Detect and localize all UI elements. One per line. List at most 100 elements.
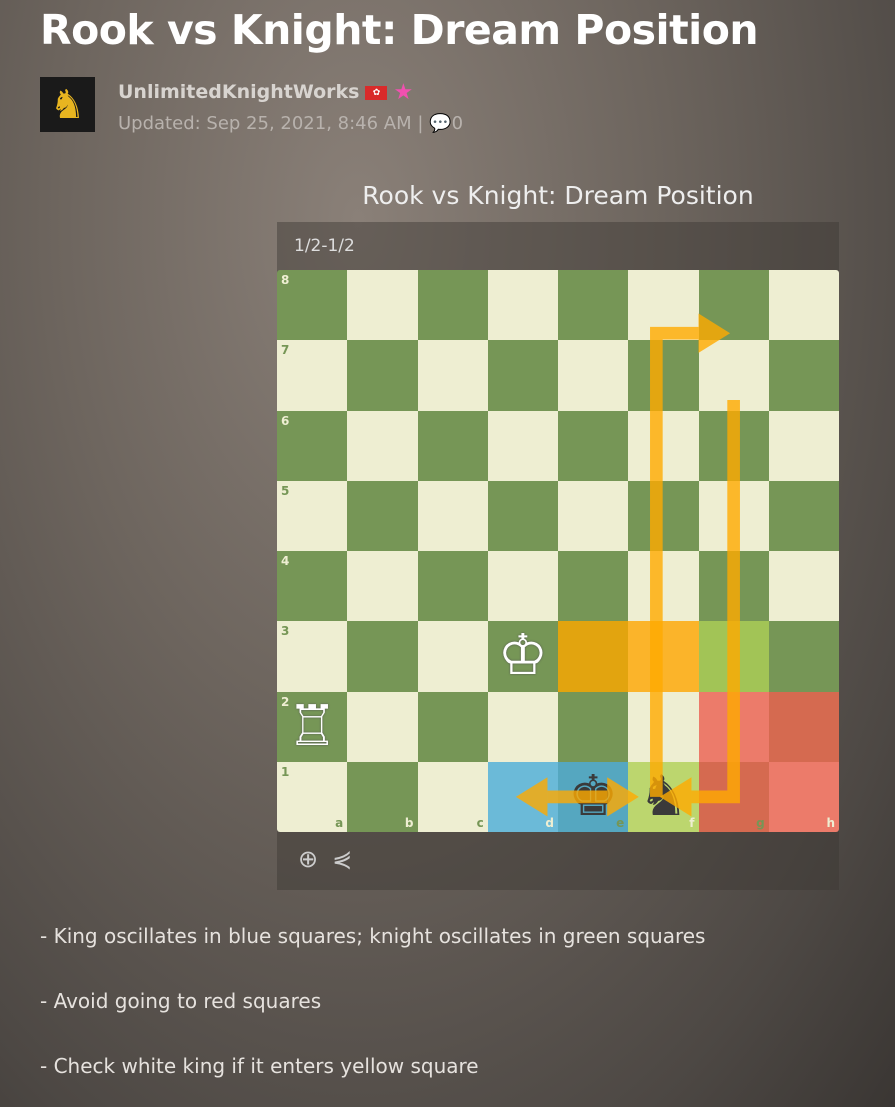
square-g3[interactable] [698, 621, 769, 692]
square-c1[interactable]: c [417, 761, 488, 832]
file-label: b [404, 816, 414, 830]
square-a1[interactable]: 1a [277, 761, 348, 832]
piece-e1[interactable]: ♚ [558, 762, 628, 832]
square-e6[interactable] [558, 410, 629, 481]
square-b6[interactable] [347, 410, 418, 481]
rank-label: 3 [281, 624, 290, 639]
square-e7[interactable] [558, 340, 629, 411]
square-c7[interactable] [417, 340, 488, 411]
square-g7[interactable] [698, 340, 769, 411]
file-label: g [756, 816, 765, 830]
author-name[interactable]: UnlimitedKnightWorks [118, 81, 359, 103]
square-f8[interactable] [628, 270, 699, 341]
square-e5[interactable] [558, 480, 629, 551]
square-f1[interactable]: f ♞ [628, 761, 699, 832]
note-1: - King oscillates in blue squares; knigh… [40, 924, 706, 948]
square-d7[interactable] [487, 340, 558, 411]
avatar[interactable]: ♞ [40, 77, 95, 132]
comments-icon[interactable]: 💬 [429, 113, 451, 134]
square-b7[interactable] [347, 340, 418, 411]
share-icon[interactable]: ⋞ [332, 845, 352, 873]
square-f6[interactable] [628, 410, 699, 481]
square-c2[interactable] [417, 691, 488, 762]
square-b5[interactable] [347, 480, 418, 551]
square-f7[interactable] [628, 340, 699, 411]
flag-icon: ✿ [365, 85, 388, 100]
author-line: UnlimitedKnightWorks ✿ ★ [118, 80, 413, 105]
square-d5[interactable] [487, 480, 558, 551]
square-d3[interactable]: ♔ [487, 621, 558, 692]
rank-label: 7 [281, 343, 290, 358]
zoom-icon[interactable]: ⊕ [298, 845, 318, 873]
square-c5[interactable] [417, 480, 488, 551]
square-a4[interactable]: 4 [277, 551, 348, 622]
square-h4[interactable] [768, 551, 839, 622]
game-result: 1/2-1/2 [294, 236, 355, 256]
square-g5[interactable] [698, 480, 769, 551]
square-h8[interactable] [768, 270, 839, 341]
square-a7[interactable]: 7 [277, 340, 348, 411]
square-f3[interactable] [628, 621, 699, 692]
square-c6[interactable] [417, 410, 488, 481]
note-2: - Avoid going to red squares [40, 989, 322, 1013]
square-f2[interactable] [628, 691, 699, 762]
square-h5[interactable] [768, 480, 839, 551]
square-e4[interactable] [558, 551, 629, 622]
file-label: d [545, 816, 554, 830]
square-h2[interactable] [768, 691, 839, 762]
square-h6[interactable] [768, 410, 839, 481]
square-a5[interactable]: 5 [277, 480, 348, 551]
square-e8[interactable] [558, 270, 629, 341]
square-a2[interactable]: 2 ♖ [277, 691, 348, 762]
square-b1[interactable]: b [347, 761, 418, 832]
chess-board[interactable]: 8 7 6 5 4 3 ♔ 2 ♖ 1 a b c d e ♚ f ♞ g h [277, 270, 839, 832]
square-f5[interactable] [628, 480, 699, 551]
square-g6[interactable] [698, 410, 769, 481]
piece-a2[interactable]: ♖ [277, 692, 347, 762]
updated-date: Updated: Sep 25, 2021, 8:46 AM | [118, 113, 424, 134]
rank-label: 6 [281, 413, 290, 428]
diagram-toolbar: ⊕ ⋞ [298, 845, 352, 873]
square-e1[interactable]: e ♚ [558, 761, 629, 832]
square-g8[interactable] [698, 270, 769, 341]
square-h3[interactable] [768, 621, 839, 692]
rank-label: 4 [281, 554, 290, 568]
piece-d3[interactable]: ♔ [488, 621, 558, 691]
square-d2[interactable] [487, 691, 558, 762]
square-c8[interactable] [417, 270, 488, 341]
square-d8[interactable] [487, 270, 558, 341]
rank-label: 8 [281, 273, 290, 287]
square-d4[interactable] [487, 551, 558, 622]
square-e2[interactable] [558, 691, 629, 762]
comment-count[interactable]: 0 [452, 113, 463, 134]
square-e3[interactable] [558, 621, 629, 692]
square-b3[interactable] [347, 621, 418, 692]
star-icon: ★ [393, 80, 414, 105]
square-a8[interactable]: 8 [277, 270, 348, 341]
square-g4[interactable] [698, 551, 769, 622]
square-c4[interactable] [417, 551, 488, 622]
square-g2[interactable] [698, 691, 769, 762]
file-label: a [335, 816, 344, 830]
square-d1[interactable]: d [487, 761, 558, 832]
square-h1[interactable]: h [768, 761, 839, 832]
rank-label: 1 [281, 764, 290, 779]
square-a3[interactable]: 3 [277, 621, 348, 692]
square-b8[interactable] [347, 270, 418, 341]
square-d6[interactable] [487, 410, 558, 481]
rank-label: 5 [281, 483, 290, 498]
file-label: h [826, 816, 835, 830]
square-f4[interactable] [628, 551, 699, 622]
post-meta: Updated: Sep 25, 2021, 8:46 AM | 💬0 [118, 113, 463, 134]
square-b4[interactable] [347, 551, 418, 622]
square-h7[interactable] [768, 340, 839, 411]
square-c3[interactable] [417, 621, 488, 692]
file-label: c [476, 816, 484, 830]
square-b2[interactable] [347, 691, 418, 762]
square-g1[interactable]: g [698, 761, 769, 832]
square-a6[interactable]: 6 [277, 410, 348, 481]
piece-f1[interactable]: ♞ [628, 762, 698, 832]
page-title: Rook vs Knight: Dream Position [40, 6, 759, 54]
diagram-title: Rook vs Knight: Dream Position [362, 181, 754, 210]
note-3: - Check white king if it enters yellow s… [40, 1054, 479, 1078]
